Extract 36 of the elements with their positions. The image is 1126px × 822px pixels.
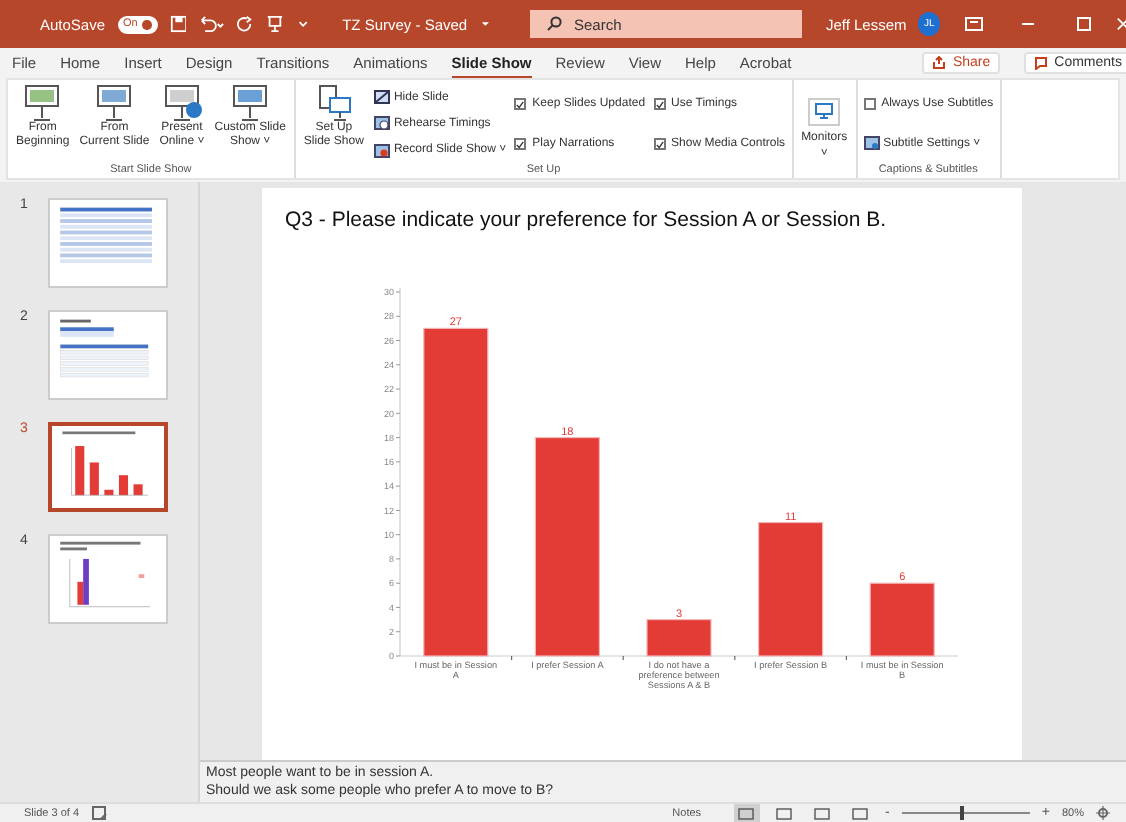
maximize-icon[interactable] xyxy=(1075,16,1092,32)
view-button[interactable] xyxy=(809,804,836,822)
bar xyxy=(868,582,934,657)
save-icon[interactable] xyxy=(169,14,187,34)
notes-icon xyxy=(91,806,108,820)
monitor-icon xyxy=(808,98,841,127)
view-button[interactable] xyxy=(847,804,874,822)
check-icon xyxy=(516,99,525,109)
normal-view-icon xyxy=(738,807,755,819)
zoom-slider-thumb[interactable] xyxy=(959,806,964,820)
comment-icon xyxy=(1034,56,1049,70)
caret-icon[interactable] xyxy=(479,18,490,30)
check-icon xyxy=(516,139,525,149)
check-icon xyxy=(655,99,664,109)
fit-icon[interactable] xyxy=(1096,806,1110,820)
ribbon-display-icon[interactable] xyxy=(963,16,984,32)
view-button[interactable] xyxy=(771,804,798,822)
search-icon xyxy=(545,16,562,32)
slideshow-icon xyxy=(92,84,137,122)
share-icon xyxy=(932,56,947,70)
record-icon xyxy=(373,143,390,158)
slideshow-icon xyxy=(228,84,273,122)
slide-title: Q3 - Please indicate your preference for Session A or Session B. xyxy=(283,206,889,236)
close-icon[interactable] xyxy=(1116,16,1126,32)
setup-icon xyxy=(313,84,354,122)
present-online-icon xyxy=(159,84,204,122)
view-button[interactable] xyxy=(733,804,760,822)
check-icon xyxy=(655,139,664,149)
undo-icon[interactable] xyxy=(198,14,225,34)
slide-thumbnail[interactable] xyxy=(47,422,168,512)
slideshow-icon xyxy=(20,84,65,122)
bar xyxy=(645,619,711,657)
presentation-icon[interactable] xyxy=(265,14,284,34)
hide-slide-icon xyxy=(373,90,390,105)
redo-icon[interactable] xyxy=(236,14,254,34)
bar xyxy=(757,521,823,657)
